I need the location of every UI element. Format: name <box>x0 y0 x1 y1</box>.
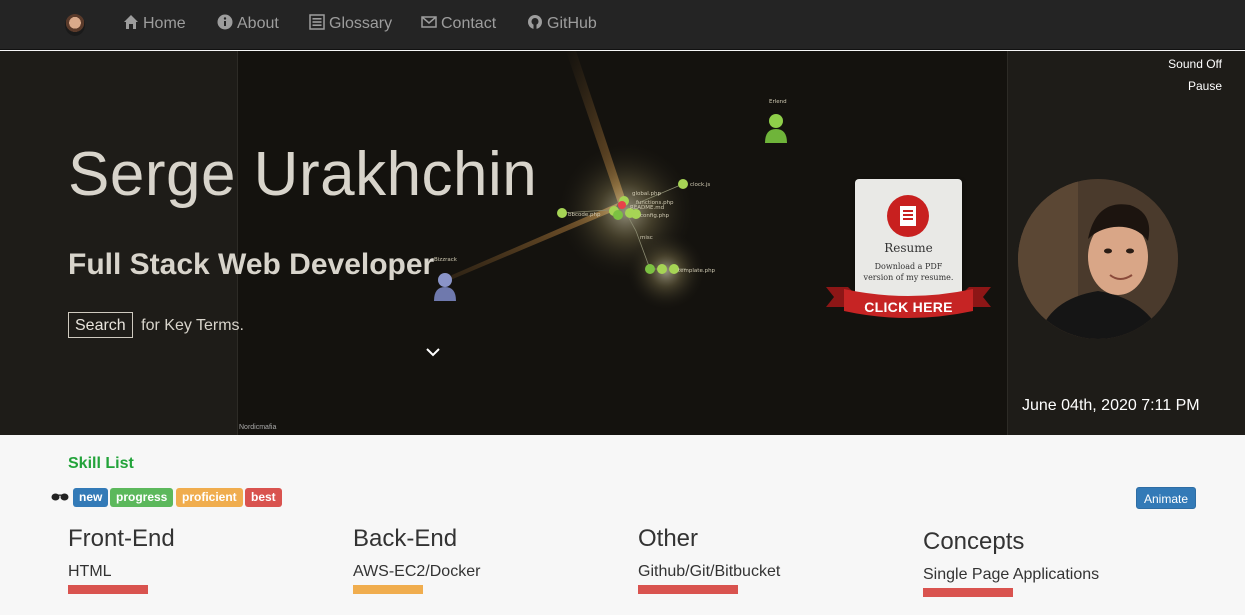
skill-item: Single Page Applications <box>923 566 1100 583</box>
nav-home-label: Home <box>143 15 186 32</box>
user-label-bizzrack: Bizzrack <box>434 257 458 263</box>
badge-best: best <box>245 488 282 507</box>
resume-title: Resume <box>884 241 933 255</box>
home-icon <box>124 15 138 29</box>
chevron-down-icon[interactable] <box>424 343 442 361</box>
node-label-bbcode: bbcode.php <box>568 212 601 218</box>
skill-column-heading: Other <box>638 525 699 552</box>
skill-column-other: Other Github/Git/Bitbucket <box>638 525 898 594</box>
current-datetime: June 04th, 2020 7:11 PM <box>1022 397 1200 414</box>
profile-portrait <box>1018 179 1178 339</box>
nav-github-label: GitHub <box>547 15 597 32</box>
badge-new: new <box>73 488 109 507</box>
nav-home-link[interactable]: Home <box>123 14 186 34</box>
node-label-misc: misc <box>640 235 653 241</box>
nav-glossary-label: Glossary <box>329 15 393 32</box>
nav-github-link[interactable]: GitHub <box>527 14 597 34</box>
skill-level-bar <box>68 585 148 594</box>
list-icon <box>309 14 325 30</box>
user-avatar-erlend: Erlend <box>765 99 787 143</box>
node-label-global: global.php <box>632 191 661 197</box>
envelope-icon <box>421 16 437 28</box>
skill-column-heading: Front-End <box>68 525 175 552</box>
sound-toggle-link[interactable]: Sound Off <box>1168 57 1222 71</box>
skill-item: AWS-EC2/Docker <box>353 563 481 580</box>
resume-paper: Resume Download a PDF version of my resu… <box>855 179 962 297</box>
skill-item: HTML <box>68 563 112 580</box>
skill-level-bar <box>923 588 1013 597</box>
pause-link[interactable]: Pause <box>1188 79 1222 93</box>
info-icon <box>217 14 233 30</box>
hero-role-subheading: Full Stack Web Developer <box>68 248 435 281</box>
node-label-readme: README.md <box>630 205 664 211</box>
node-label-template: template.php <box>678 268 716 274</box>
brand-avatar-icon[interactable] <box>65 14 85 36</box>
search-button[interactable]: Search <box>68 312 133 338</box>
resume-click-here-button[interactable]: CLICK HERE <box>826 299 991 315</box>
user-avatar-bizzrack: Bizzrack <box>434 257 458 301</box>
top-navbar: Home About Glossary Contact GitHub <box>0 0 1245 50</box>
badge-proficient: proficient <box>176 488 243 507</box>
skill-list-section: Skill List new progress proficient best … <box>0 435 1245 615</box>
skill-list-heading: Skill List <box>68 455 134 472</box>
nav-about-label: About <box>237 15 279 32</box>
skill-level-bar <box>638 585 738 594</box>
search-suffix-text: for Key Terms. <box>141 317 244 334</box>
skill-column-heading: Back-End <box>353 525 458 552</box>
hero-section: clock.js global.php functions.php config… <box>0 51 1245 435</box>
skill-column-concepts: Concepts Single Page Applications <box>923 528 1183 597</box>
nav-contact-label: Contact <box>441 15 497 32</box>
visualization-credit: Nordicmafia <box>239 424 277 431</box>
search-prompt: Search for Key Terms. <box>68 312 244 339</box>
node-label-config: config.php <box>640 213 670 219</box>
skill-column-back-end: Back-End AWS-EC2/Docker <box>353 525 613 594</box>
skill-item: Github/Git/Bitbucket <box>638 563 781 580</box>
sunglasses-icon <box>51 493 69 501</box>
badge-progress: progress <box>110 488 174 507</box>
hero-name-heading: Serge Urakhchin <box>68 140 538 209</box>
profile-photo <box>1018 179 1178 339</box>
nav-glossary-link[interactable]: Glossary <box>309 14 392 34</box>
skill-column-front-end: Front-End HTML <box>68 525 328 594</box>
node-label-clockjs: clock.js <box>690 182 710 188</box>
skill-column-heading: Concepts <box>923 528 1025 555</box>
resume-description-line1: Download a PDF <box>874 262 943 271</box>
user-label-erlend: Erlend <box>769 99 787 105</box>
nav-contact-link[interactable]: Contact <box>421 14 496 34</box>
resume-description: Download a PDF version of my resume. <box>855 261 962 283</box>
github-icon <box>528 15 542 29</box>
skill-level-bar <box>353 585 423 594</box>
animate-button[interactable]: Animate <box>1136 487 1197 509</box>
nav-about-link[interactable]: About <box>217 14 279 34</box>
resume-download-card[interactable]: Resume Download a PDF version of my resu… <box>826 177 991 327</box>
document-icon <box>887 195 929 237</box>
